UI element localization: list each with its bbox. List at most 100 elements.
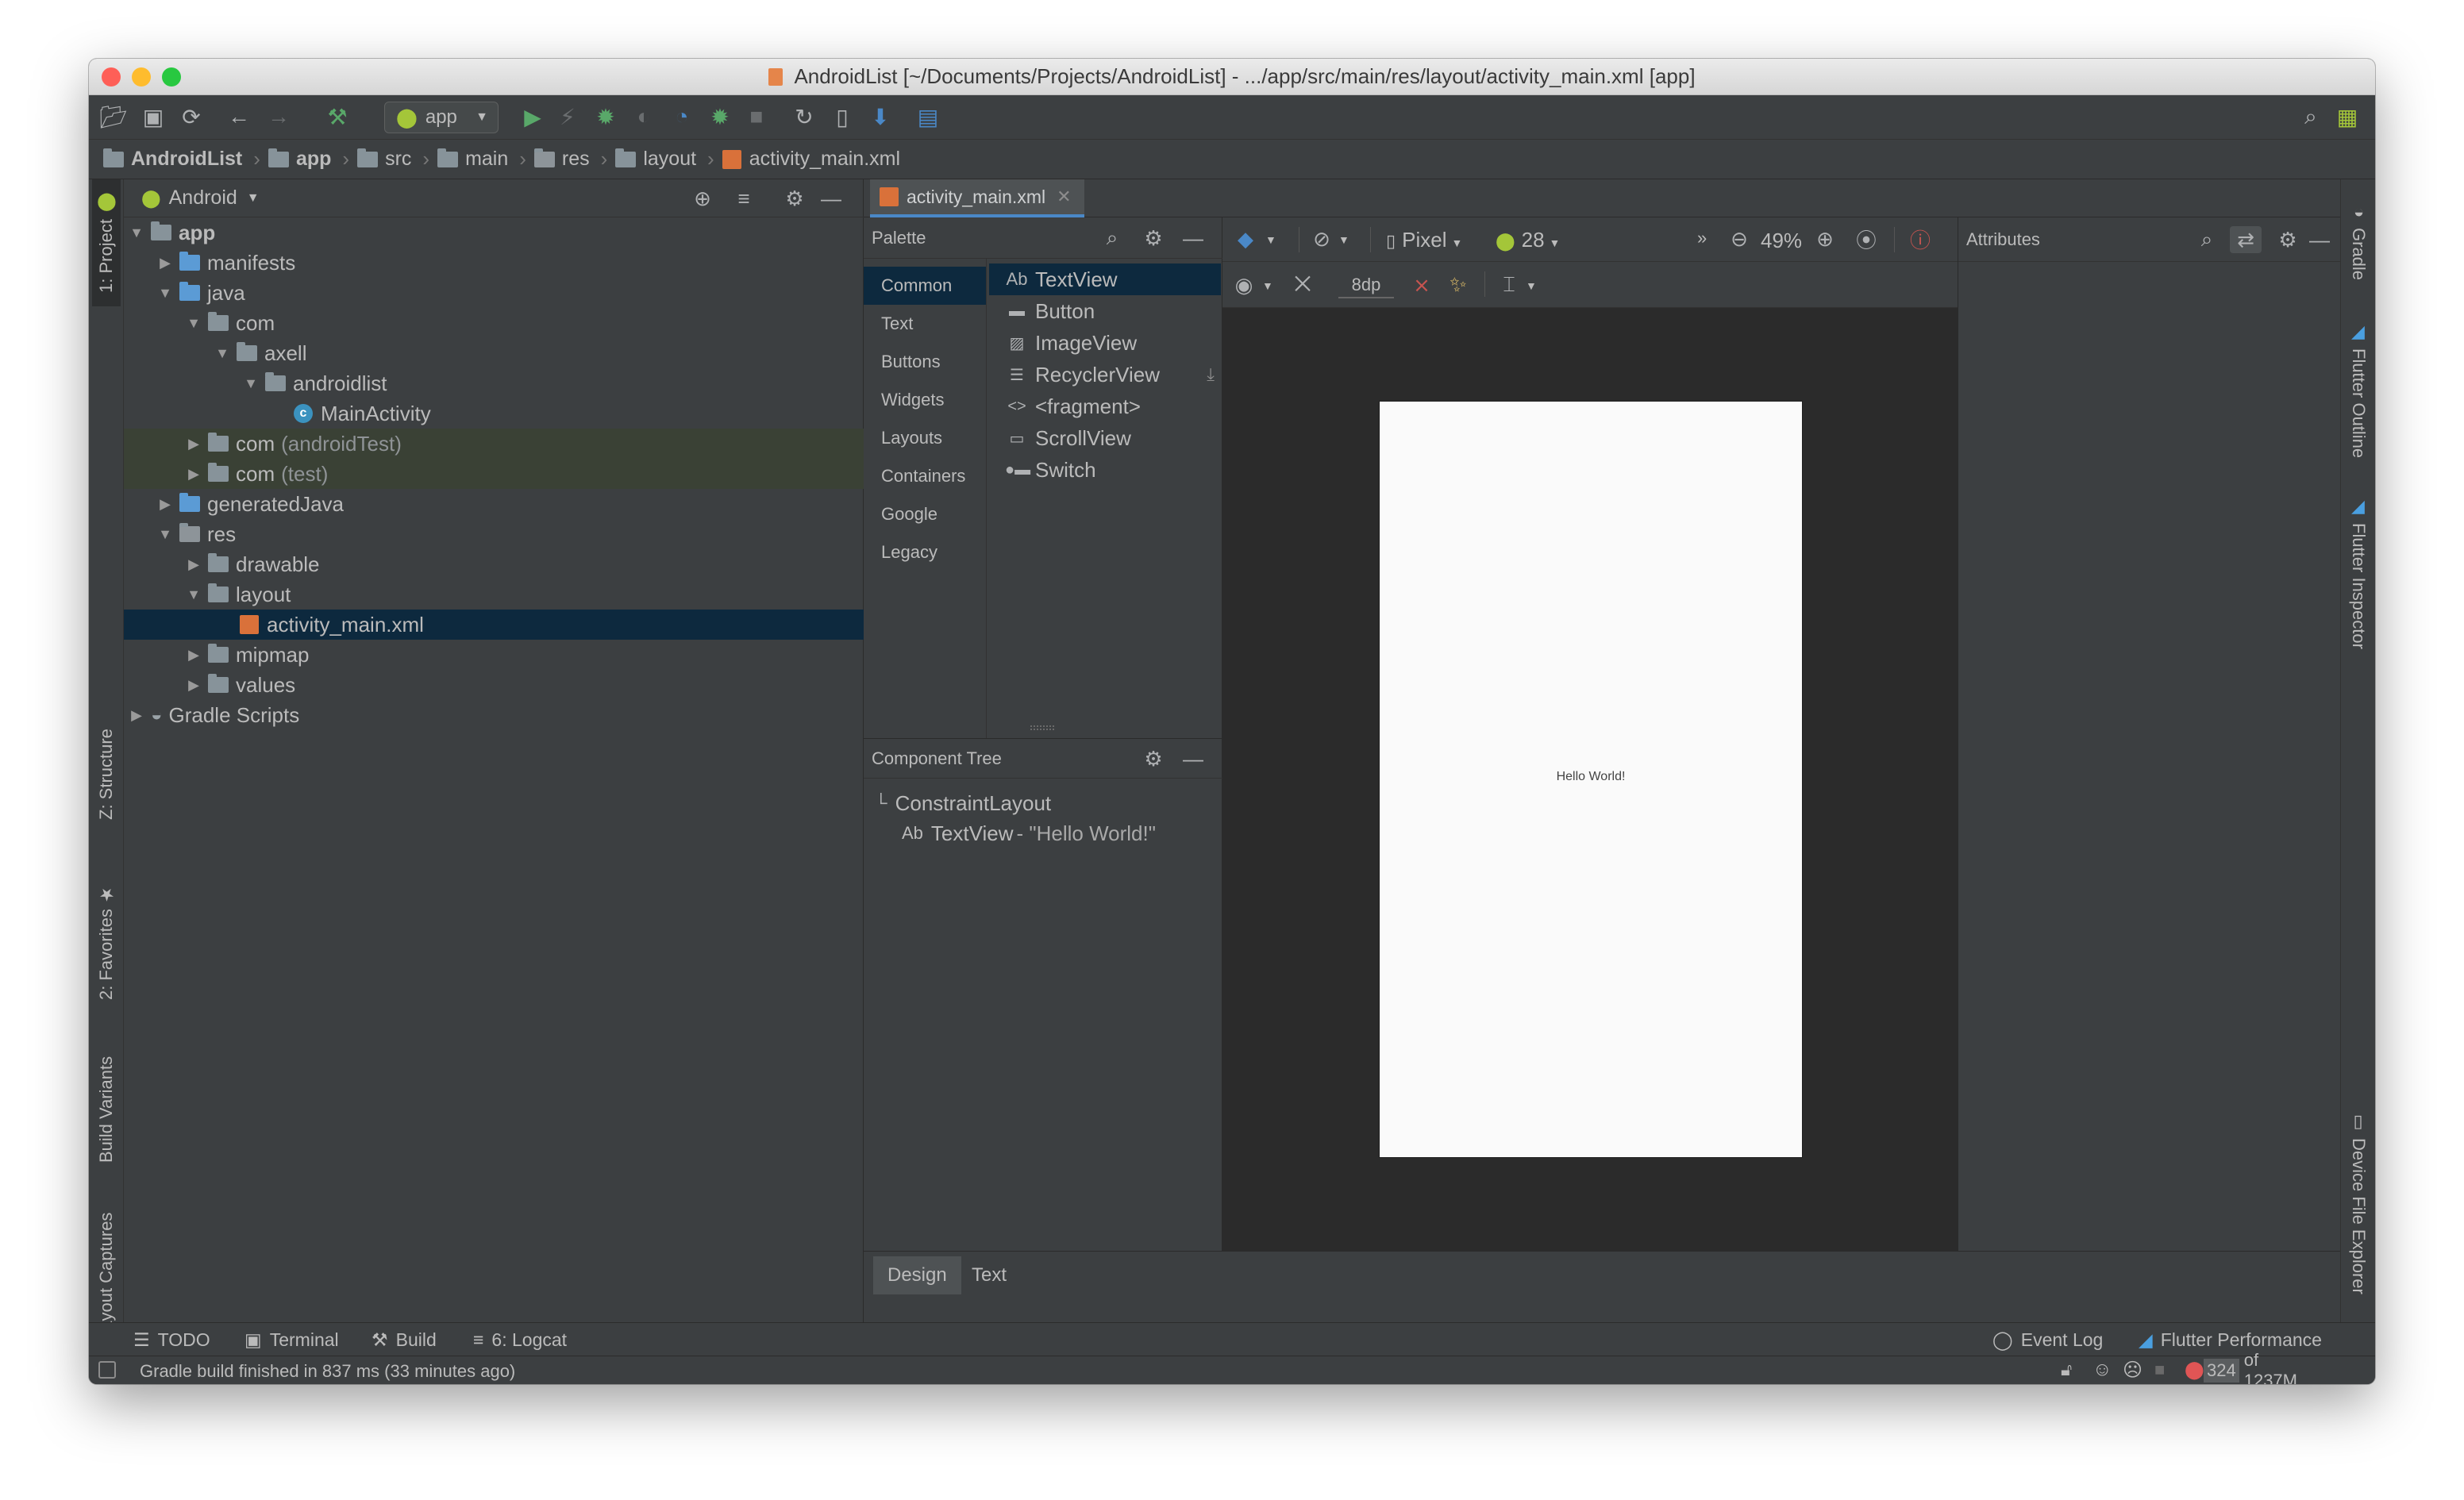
palette-category-layouts[interactable]: Layouts bbox=[864, 419, 986, 457]
download-icon[interactable]: ⤓ bbox=[1207, 364, 1215, 385]
palette-item-button[interactable]: ▬ Button bbox=[989, 295, 1221, 327]
tree-item-java[interactable]: ▼ java bbox=[124, 278, 864, 308]
tree-item-mipmap[interactable]: ▶ mipmap bbox=[124, 640, 864, 670]
chevron-down-icon[interactable]: ▼ bbox=[183, 587, 205, 603]
tree-item-values[interactable]: ▶ values bbox=[124, 670, 864, 700]
hide-icon[interactable]: — bbox=[1181, 747, 1205, 771]
tab-terminal[interactable]: ▣ Terminal bbox=[244, 1323, 339, 1356]
magnet-icon[interactable]: ⨉ bbox=[1291, 272, 1315, 297]
tree-item-mainactivity[interactable]: c MainActivity bbox=[124, 398, 864, 429]
chevron-down-icon[interactable]: ▼ bbox=[154, 285, 176, 302]
tree-item-com-androidtest[interactable]: ▶ com (androidTest) bbox=[124, 429, 864, 459]
tab-build[interactable]: ⚒ Build bbox=[372, 1323, 437, 1356]
open-folder-icon[interactable]: 📂︎ bbox=[99, 103, 128, 130]
breadcrumb-item[interactable]: src bbox=[357, 148, 411, 171]
tab-flutter-inspector[interactable]: ◢ Flutter Inspector bbox=[2344, 486, 2373, 660]
inspection-icon[interactable]: ■ bbox=[2154, 1360, 2165, 1380]
resize-handle[interactable] bbox=[1030, 725, 1054, 730]
preview-textview[interactable]: Hello World! bbox=[1380, 770, 1802, 784]
tab-flutter-outline[interactable]: ◢ Flutter Outline bbox=[2344, 303, 2373, 478]
sad-face-icon[interactable]: ☹ bbox=[2123, 1359, 2143, 1382]
tree-item-gradle-scripts[interactable]: ▶ ◒ Gradle Scripts bbox=[124, 700, 864, 730]
chevron-right-icon[interactable]: ▶ bbox=[183, 647, 205, 663]
happy-face-icon[interactable]: ☺ bbox=[2092, 1359, 2112, 1381]
palette-item-imageview[interactable]: ▨ ImageView bbox=[989, 327, 1221, 359]
chevron-right-icon[interactable]: ▶ bbox=[183, 677, 205, 694]
collapse-all-icon[interactable]: ≡ bbox=[732, 187, 756, 210]
locate-icon[interactable]: ⊕ bbox=[691, 187, 714, 210]
hide-icon[interactable]: — bbox=[819, 187, 843, 210]
hide-icon[interactable]: — bbox=[2308, 228, 2331, 252]
palette-item-textview[interactable]: Ab TextView bbox=[989, 263, 1221, 295]
infer-constraints-icon[interactable]: ✨︎ bbox=[1446, 272, 1470, 297]
chevron-down-icon[interactable]: ▼ bbox=[247, 191, 260, 206]
orientation-icon[interactable]: ⊘ bbox=[1310, 227, 1334, 251]
chevron-down-icon[interactable]: ▼ bbox=[183, 315, 205, 332]
chevron-down-icon[interactable]: ▼ bbox=[240, 375, 262, 392]
chevron-down-icon[interactable]: ▼ bbox=[1338, 233, 1349, 246]
palette-category-google[interactable]: Google bbox=[864, 495, 986, 533]
chevron-right-icon[interactable]: ▶ bbox=[183, 466, 205, 483]
gear-icon[interactable]: ⚙ bbox=[1142, 747, 1165, 771]
memory-indicator[interactable]: 324 of 1237M bbox=[2204, 1350, 2315, 1384]
layers-icon[interactable]: ◆ bbox=[1234, 227, 1257, 251]
profile-icon[interactable]: ◔ bbox=[668, 103, 695, 130]
run-config-select[interactable]: ⬤ app ▼ bbox=[384, 102, 499, 133]
tree-item-axell[interactable]: ▼ axell bbox=[124, 338, 864, 368]
tab-activity-main-xml[interactable]: activity_main.xml ✕ bbox=[870, 179, 1084, 217]
sdk-manager-icon[interactable]: ⬇ bbox=[867, 103, 894, 130]
palette-category-common[interactable]: Common bbox=[864, 267, 986, 305]
tab-logcat[interactable]: ≡ 6: Logcat bbox=[473, 1323, 567, 1356]
chevron-down-icon[interactable]: ▼ bbox=[125, 225, 148, 241]
tab-project[interactable]: 1: Project ⬤ bbox=[92, 179, 121, 306]
coverage-icon[interactable]: ◐ bbox=[630, 103, 657, 130]
breadcrumb-item[interactable]: res bbox=[533, 148, 590, 171]
zoom-to-fit-icon[interactable]: ⦿ bbox=[1854, 227, 1878, 252]
palette-category-widgets[interactable]: Widgets bbox=[864, 381, 986, 419]
make-project-icon[interactable]: ⚒ bbox=[324, 103, 351, 130]
run-icon[interactable]: ▶ bbox=[519, 103, 546, 130]
search-everywhere-icon[interactable]: ⌕ bbox=[2297, 103, 2324, 130]
tab-build-variants[interactable]: Build Variants bbox=[92, 1030, 121, 1189]
palette-category-text[interactable]: Text bbox=[864, 305, 986, 343]
status-message[interactable]: Gradle build finished in 837 ms (33 minu… bbox=[140, 1361, 515, 1382]
component-textview[interactable]: Ab TextView - "Hello World!" bbox=[864, 818, 1221, 848]
tree-item-com[interactable]: ▼ com bbox=[124, 308, 864, 338]
gear-icon[interactable]: ⚙ bbox=[783, 187, 807, 210]
tree-item-manifests[interactable]: ▶ manifests bbox=[124, 248, 864, 278]
close-window-button[interactable] bbox=[102, 67, 121, 87]
avd-manager-icon[interactable]: ▯ bbox=[829, 103, 856, 130]
tab-structure[interactable]: Z: Structure bbox=[92, 695, 121, 854]
breadcrumb-item[interactable]: app bbox=[268, 148, 331, 171]
zoom-out-icon[interactable]: ⊖ bbox=[1727, 227, 1751, 251]
chevron-right-icon[interactable]: ▶ bbox=[183, 556, 205, 573]
tab-todo[interactable]: ☰ TODO bbox=[133, 1323, 210, 1356]
lock-icon[interactable]: 🔓︎ bbox=[2061, 1360, 2072, 1380]
tab-design[interactable]: Design bbox=[873, 1256, 961, 1294]
sync-icon[interactable]: ⟳ bbox=[178, 103, 205, 130]
eye-icon[interactable]: ◉ bbox=[1232, 273, 1256, 297]
chevron-right-icon[interactable]: ▶ bbox=[183, 436, 205, 452]
toggle-tool-windows-icon[interactable] bbox=[98, 1361, 116, 1379]
chevron-right-icon[interactable]: ▶ bbox=[154, 496, 176, 513]
toggle-view-icon[interactable]: ⇄ bbox=[2230, 226, 2262, 253]
palette-item-scrollview[interactable]: ▭ ScrollView bbox=[989, 422, 1221, 454]
tab-event-log[interactable]: ◯ Event Log bbox=[1992, 1323, 2103, 1356]
breadcrumb-item[interactable]: main bbox=[437, 148, 508, 171]
project-structure-icon[interactable]: ▤ bbox=[914, 103, 941, 130]
palette-item-fragment[interactable]: <> <fragment> bbox=[989, 390, 1221, 422]
guidelines-icon[interactable]: ⌶ bbox=[1497, 272, 1521, 297]
gear-icon[interactable]: ⚙ bbox=[2276, 228, 2300, 252]
chevron-down-icon[interactable]: ▼ bbox=[1265, 233, 1276, 246]
chevron-right-icon[interactable]: ▶ bbox=[125, 707, 148, 724]
zoom-window-button[interactable] bbox=[162, 67, 181, 87]
breadcrumb-item[interactable]: activity_main.xml bbox=[722, 148, 900, 171]
gear-icon[interactable]: ⚙ bbox=[1142, 226, 1165, 250]
palette-category-legacy[interactable]: Legacy bbox=[864, 533, 986, 571]
palette-item-switch[interactable]: ●▬ Switch bbox=[989, 454, 1221, 486]
overflow-icon[interactable]: » bbox=[1697, 228, 1707, 248]
palette-category-buttons[interactable]: Buttons bbox=[864, 343, 986, 381]
tab-device-file-explorer[interactable]: ▯ Device File Explorer bbox=[2344, 1100, 2373, 1306]
tree-item-com-test[interactable]: ▶ com (test) bbox=[124, 459, 864, 489]
tree-item-res[interactable]: ▼ res bbox=[124, 519, 864, 549]
